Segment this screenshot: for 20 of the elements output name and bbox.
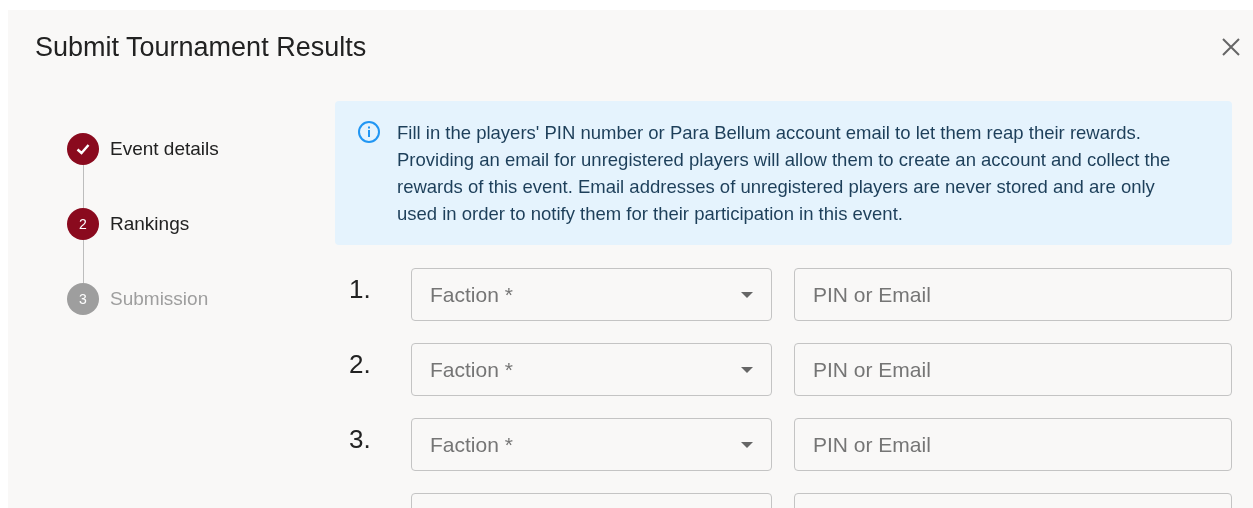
step-label: Submission bbox=[110, 288, 209, 310]
rank-number: 3. bbox=[348, 424, 372, 455]
pin-email-field[interactable]: PIN or Email bbox=[794, 418, 1232, 471]
step-number: 3 bbox=[67, 283, 99, 315]
faction-select[interactable]: Faction * bbox=[411, 418, 772, 471]
dropdown-caret-icon bbox=[741, 291, 753, 298]
step-label: Event details bbox=[110, 138, 219, 160]
pin-email-field[interactable]: PIN or Email bbox=[794, 268, 1232, 321]
dialog-title: Submit Tournament Results bbox=[35, 31, 367, 63]
dropdown-caret-icon bbox=[741, 366, 753, 373]
faction-select[interactable]: Faction * bbox=[411, 343, 772, 396]
info-icon bbox=[357, 120, 381, 144]
step-label: Rankings bbox=[110, 213, 190, 235]
rank-number: 2. bbox=[348, 349, 372, 380]
step-number: 2 bbox=[67, 208, 99, 240]
faction-select[interactable]: Faction * bbox=[411, 268, 772, 321]
dropdown-caret-icon bbox=[741, 441, 753, 448]
rank-number: 1. bbox=[348, 274, 372, 305]
info-text: Fill in the players' PIN number or Para Bellum account email to let them reap their rewards. Providing an email for unregistered players will allow them to create an account and collect the rewards of this event. Email addresses of unregistered players are never stored and are only used in order to notify them for their participation in this event. bbox=[397, 121, 1172, 226]
pin-email-field[interactable]: PIN or Email bbox=[794, 343, 1232, 396]
